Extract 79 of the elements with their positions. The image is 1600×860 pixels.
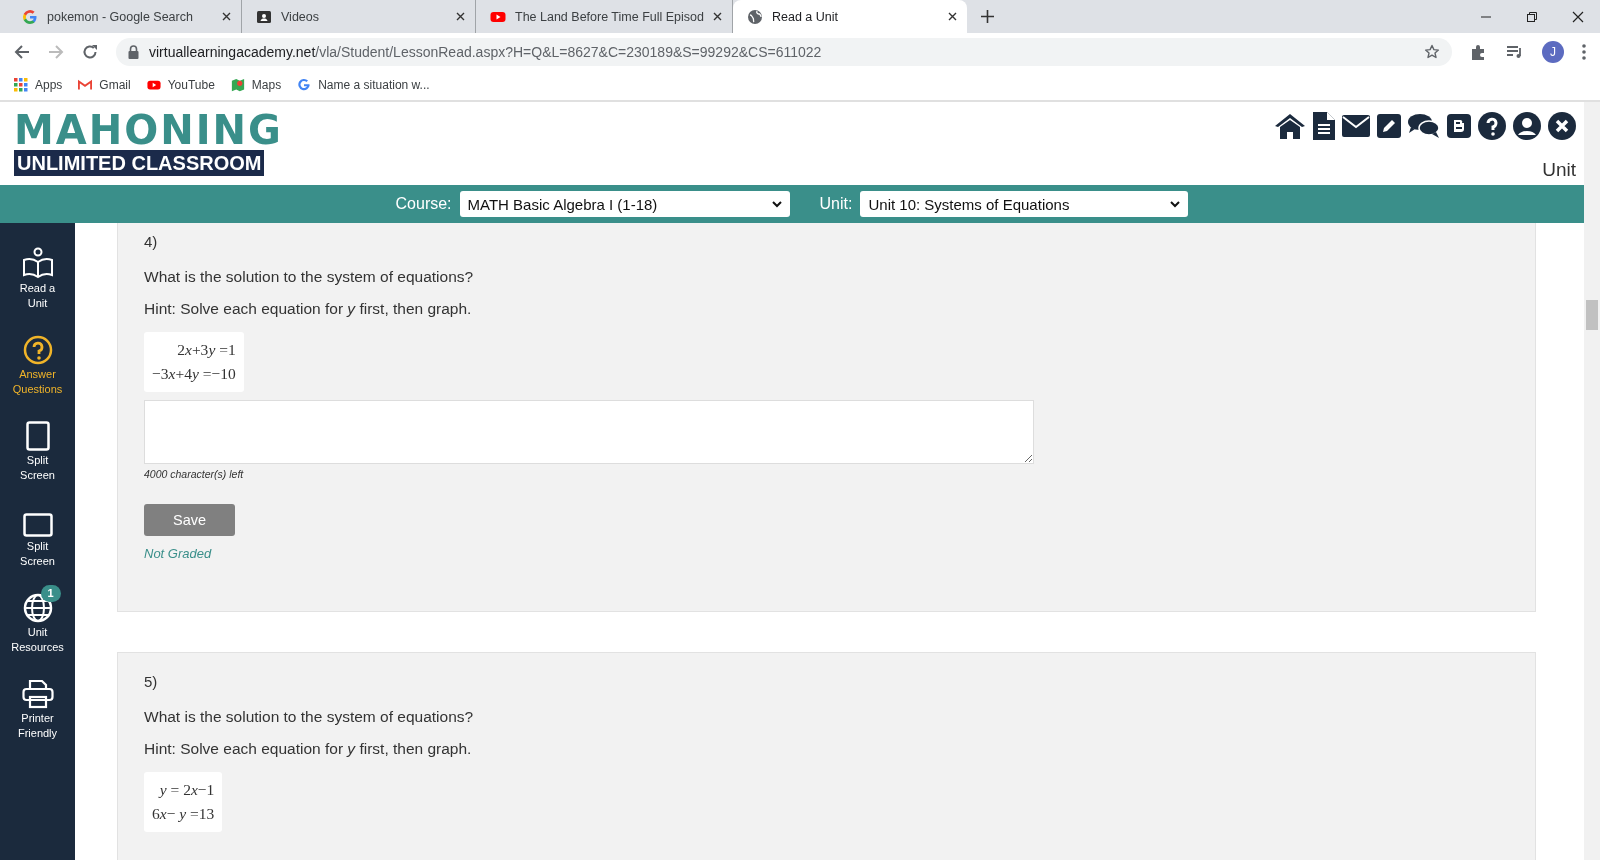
reload-icon[interactable] [82, 43, 98, 60]
user-icon[interactable] [1513, 112, 1541, 140]
video-icon [256, 8, 272, 25]
help-circle-icon [22, 335, 53, 365]
edit-icon[interactable] [1377, 114, 1401, 138]
restore-icon[interactable] [1526, 10, 1538, 23]
book-reader-icon [21, 247, 54, 279]
google-icon [22, 8, 38, 25]
chevron-down-icon [1170, 200, 1181, 208]
bookmark-item[interactable]: Maps [230, 78, 282, 92]
sidebar-item[interactable]: Answer Questions [2, 331, 73, 397]
bookmark-item[interactable]: Apps [14, 78, 63, 92]
logo-subtitle: UNLIMITED CLASSROOM [14, 150, 265, 176]
question-number: 4) [144, 233, 159, 250]
apps-grid-icon [14, 78, 28, 92]
tab-title: Read a Unit [772, 9, 839, 24]
globe-icon [747, 8, 763, 25]
course-label: Course: [395, 195, 452, 213]
map-pin-icon [230, 78, 245, 92]
course-dropdown[interactable]: MATH Basic Algebra I (1-18) [459, 191, 790, 217]
lock-icon [128, 44, 139, 59]
youtube-icon [146, 78, 161, 92]
chat-icon[interactable] [1408, 113, 1440, 139]
bookmark-item[interactable]: Gmail [78, 78, 131, 92]
close-tab-icon[interactable] [948, 12, 957, 21]
browser-tab[interactable]: Read a Unit [733, 0, 967, 33]
question-text: What is the solution to the system of equations? [144, 708, 475, 726]
unit-dropdown[interactable]: Unit 10: Systems of Equations [860, 191, 1189, 217]
close-tab-icon[interactable] [713, 12, 722, 21]
equation-system: 2x+3y =1 −3x+4y =−10 [144, 332, 244, 392]
close-icon[interactable] [1548, 112, 1576, 140]
logo-title: MAHONING [14, 110, 283, 150]
sidebar-item[interactable]: Read a Unit [2, 245, 73, 311]
tab-title: Videos [281, 9, 320, 24]
help-icon[interactable] [1478, 112, 1506, 140]
mail-icon [78, 78, 93, 92]
profile-avatar[interactable]: J [1542, 40, 1564, 63]
sidebar-item[interactable]: Split Screen [2, 503, 73, 569]
unit-label: Unit: [819, 195, 853, 213]
count-badge: 1 [40, 585, 61, 602]
document-icon[interactable] [1313, 112, 1335, 140]
character-counter: 4000 character(s) left [144, 468, 245, 480]
bookmark-item[interactable]: Name a situation w... [297, 78, 430, 92]
new-tab-icon[interactable] [981, 10, 994, 23]
tab-title: The Land Before Time Full Episod [515, 9, 704, 24]
home-icon[interactable] [1274, 112, 1306, 140]
tab-title: pokemon - Google Search [47, 9, 194, 24]
save-button[interactable]: Save [144, 504, 235, 536]
close-tab-icon[interactable] [456, 12, 465, 21]
page-title: Unit [1542, 159, 1576, 181]
envelope-icon[interactable] [1342, 115, 1370, 137]
bookmark-label: YouTube [167, 78, 215, 92]
sidebar-item[interactable]: Printer Friendly [2, 675, 73, 741]
google-icon [297, 78, 312, 92]
equation-system: y = 2x−1 6x− y =13 [144, 772, 223, 832]
close-icon[interactable] [1572, 10, 1584, 23]
chevron-down-icon [771, 200, 782, 208]
question-text: What is the solution to the system of equations? [144, 268, 475, 286]
bookmark-label: Gmail [99, 78, 131, 92]
tablet-icon [25, 421, 50, 451]
star-icon[interactable] [1424, 43, 1440, 60]
bookmark-item[interactable]: YouTube [146, 78, 215, 92]
back-icon[interactable] [14, 43, 30, 60]
close-tab-icon[interactable] [222, 12, 231, 21]
blog-icon[interactable] [1447, 114, 1471, 138]
grading-status: Not Graded [144, 546, 213, 561]
sidebar-item[interactable]: Split Screen [2, 417, 73, 483]
monitor-icon [22, 513, 53, 537]
scrollbar[interactable] [1584, 102, 1600, 860]
url-text: virtuallearningacademy.net/vla/Student/LessonRead.aspx?H=Q&L=8627&C=230189&S=99292&CS=611022 [149, 43, 823, 60]
address-bar[interactable]: virtuallearningacademy.net/vla/Student/LessonRead.aspx?H=Q&L=8627&C=230189&S=99292&CS=611022 [116, 37, 1452, 66]
hint-text: Hint: Solve each equation for y first, then graph. [144, 740, 473, 758]
printer-icon [21, 679, 54, 709]
bookmark-label: Apps [35, 78, 63, 92]
question-number: 5) [144, 673, 159, 690]
bookmark-label: Maps [251, 78, 282, 92]
bookmark-label: Name a situation w... [318, 78, 430, 92]
hint-text: Hint: Solve each equation for y first, then graph. [144, 300, 473, 318]
menu-icon[interactable] [1582, 43, 1586, 60]
